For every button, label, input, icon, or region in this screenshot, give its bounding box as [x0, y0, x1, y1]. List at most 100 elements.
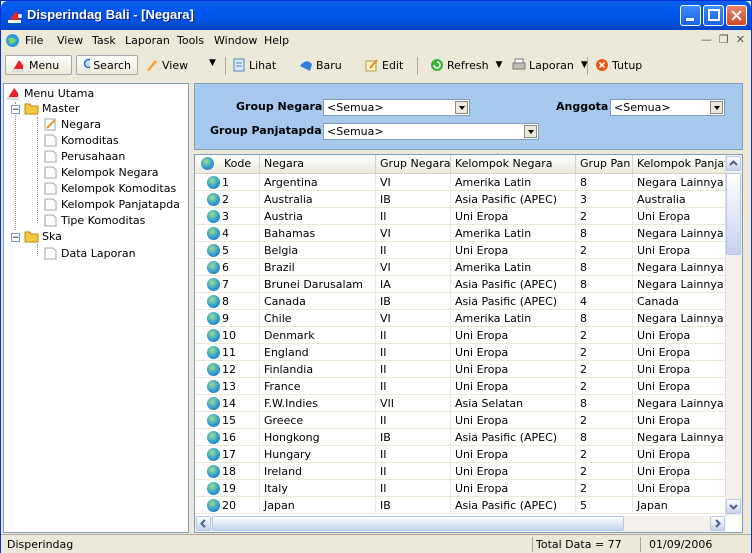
cell-grup-pan[interactable]: 4	[576, 293, 633, 310]
horizontal-scrollbar[interactable]	[195, 516, 726, 532]
cell-kelompok-negara[interactable]: Amerika Latin	[451, 310, 576, 327]
table-row[interactable]: 6 Brazil VI Amerika Latin 8 Negara Lainnya	[195, 259, 726, 276]
column-header-negara[interactable]: Negara	[260, 155, 376, 173]
table-row[interactable]: 1 Argentina VI Amerika Latin 8 Negara Lainnya	[195, 174, 726, 191]
tree-node-master[interactable]: Master	[24, 102, 80, 115]
cell-kode[interactable]: 7	[195, 276, 260, 293]
menu-help[interactable]: Help	[264, 34, 289, 47]
mdi-close-icon[interactable]: ✕	[736, 33, 745, 46]
table-row[interactable]: 13 France II Uni Eropa 2 Uni Eropa	[195, 378, 726, 395]
cell-kelompok-panjatapda[interactable]: Negara Lainnya	[633, 276, 726, 293]
cell-kode[interactable]: 13	[195, 378, 260, 395]
cell-grup-negara[interactable]: II	[376, 446, 451, 463]
table-row[interactable]: 8 Canada IB Asia Pasific (APEC) 4 Canada	[195, 293, 726, 310]
cell-grup-pan[interactable]: 3	[576, 191, 633, 208]
vertical-scrollbar[interactable]	[725, 155, 742, 516]
cell-grup-negara[interactable]: II	[376, 463, 451, 480]
cell-negara[interactable]: Canada	[260, 293, 376, 310]
maximize-button[interactable]	[703, 5, 724, 26]
cell-negara[interactable]: Chile	[260, 310, 376, 327]
view-button[interactable]: View	[145, 55, 188, 75]
cell-grup-pan[interactable]: 2	[576, 361, 633, 378]
baru-button[interactable]: Baru	[299, 55, 342, 75]
chevron-down-icon[interactable]	[524, 125, 537, 138]
title-bar[interactable]: Disperindag Bali - [Negara]	[1, 1, 751, 30]
chevron-down-icon[interactable]	[455, 101, 468, 114]
cell-grup-pan[interactable]: 8	[576, 429, 633, 446]
table-row[interactable]: 4 Bahamas VI Amerika Latin 8 Negara Lainnya	[195, 225, 726, 242]
menu-button[interactable]: Menu	[5, 55, 72, 75]
cell-grup-pan[interactable]: 8	[576, 310, 633, 327]
cell-kelompok-negara[interactable]: Asia Pasific (APEC)	[451, 191, 576, 208]
collapse-master-icon[interactable]: −	[11, 105, 20, 115]
close-button[interactable]	[726, 5, 747, 26]
table-row[interactable]: 5 Belgia II Uni Eropa 2 Uni Eropa	[195, 242, 726, 259]
cell-kode[interactable]: 17	[195, 446, 260, 463]
anggota-select[interactable]: <Semua>	[610, 99, 725, 116]
group-panjatapda-select[interactable]: <Semua>	[323, 123, 539, 140]
cell-kelompok-panjatapda[interactable]: Negara Lainnya	[633, 259, 726, 276]
cell-kode[interactable]: 11	[195, 344, 260, 361]
cell-kelompok-negara[interactable]: Uni Eropa	[451, 463, 576, 480]
cell-kelompok-panjatapda[interactable]: Uni Eropa	[633, 327, 726, 344]
cell-negara[interactable]: Japan	[260, 497, 376, 514]
cell-negara[interactable]: Austria	[260, 208, 376, 225]
cell-grup-negara[interactable]: II	[376, 361, 451, 378]
menu-file[interactable]: File	[25, 34, 43, 47]
cell-kelompok-panjatapda[interactable]: Negara Lainnya	[633, 310, 726, 327]
cell-kode[interactable]: 20	[195, 497, 260, 514]
lihat-button[interactable]: Lihat	[232, 55, 276, 75]
cell-kelompok-panjatapda[interactable]: Negara Lainnya	[633, 429, 726, 446]
cell-kelompok-panjatapda[interactable]: Uni Eropa	[633, 344, 726, 361]
cell-negara[interactable]: Australia	[260, 191, 376, 208]
cell-kelompok-negara[interactable]: Asia Pasific (APEC)	[451, 429, 576, 446]
cell-negara[interactable]: Hungary	[260, 446, 376, 463]
collapse-ska-icon[interactable]: −	[11, 233, 20, 243]
table-row[interactable]: 12 Finlandia II Uni Eropa 2 Uni Eropa	[195, 361, 726, 378]
column-header-kode[interactable]: Kode	[195, 155, 260, 173]
cell-grup-negara[interactable]: IA	[376, 276, 451, 293]
cell-kelompok-panjatapda[interactable]: Negara Lainnya	[633, 395, 726, 412]
cell-kelompok-negara[interactable]: Uni Eropa	[451, 327, 576, 344]
tree-item-data-laporan[interactable]: Data Laporan	[44, 247, 136, 260]
cell-grup-pan[interactable]: 2	[576, 412, 633, 429]
cell-kode[interactable]: 6	[195, 259, 260, 276]
cell-kode[interactable]: 14	[195, 395, 260, 412]
cell-kode[interactable]: 9	[195, 310, 260, 327]
menu-laporan[interactable]: Laporan	[125, 34, 170, 47]
cell-kelompok-negara[interactable]: Uni Eropa	[451, 361, 576, 378]
cell-grup-pan[interactable]: 8	[576, 276, 633, 293]
cell-grup-pan[interactable]: 8	[576, 225, 633, 242]
cell-grup-negara[interactable]: VI	[376, 259, 451, 276]
cell-kode[interactable]: 5	[195, 242, 260, 259]
menu-task[interactable]: Task	[92, 34, 116, 47]
cell-negara[interactable]: Denmark	[260, 327, 376, 344]
cell-negara[interactable]: Italy	[260, 480, 376, 497]
cell-negara[interactable]: Finlandia	[260, 361, 376, 378]
cell-negara[interactable]: Hongkong	[260, 429, 376, 446]
tree-item-kelompok-negara[interactable]: Kelompok Negara	[44, 166, 159, 179]
cell-grup-negara[interactable]: VI	[376, 174, 451, 191]
cell-kode[interactable]: 8	[195, 293, 260, 310]
table-row[interactable]: 11 England II Uni Eropa 2 Uni Eropa	[195, 344, 726, 361]
cell-grup-pan[interactable]: 8	[576, 259, 633, 276]
cell-negara[interactable]: Brazil	[260, 259, 376, 276]
cell-kelompok-negara[interactable]: Uni Eropa	[451, 480, 576, 497]
cell-grup-pan[interactable]: 8	[576, 395, 633, 412]
edit-button[interactable]: Edit	[365, 55, 403, 75]
cell-grup-negara[interactable]: II	[376, 412, 451, 429]
cell-kode[interactable]: 12	[195, 361, 260, 378]
table-row[interactable]: 7 Brunei Darusalam IA Asia Pasific (APEC) 8 N…	[195, 276, 726, 293]
tree-item-tipe-komoditas[interactable]: Tipe Komoditas	[44, 214, 145, 227]
cell-kelompok-negara[interactable]: Amerika Latin	[451, 259, 576, 276]
cell-grup-negara[interactable]: IB	[376, 497, 451, 514]
cell-grup-negara[interactable]: VII	[376, 395, 451, 412]
menu-tools[interactable]: Tools	[177, 34, 204, 47]
cell-grup-pan[interactable]: 2	[576, 242, 633, 259]
mdi-restore-icon[interactable]: ❐	[719, 33, 729, 46]
cell-kelompok-panjatapda[interactable]: Uni Eropa	[633, 242, 726, 259]
cell-kelompok-negara[interactable]: Amerika Latin	[451, 225, 576, 242]
cell-grup-pan[interactable]: 2	[576, 327, 633, 344]
cell-kelompok-negara[interactable]: Uni Eropa	[451, 378, 576, 395]
table-row[interactable]: 10 Denmark II Uni Eropa 2 Uni Eropa	[195, 327, 726, 344]
